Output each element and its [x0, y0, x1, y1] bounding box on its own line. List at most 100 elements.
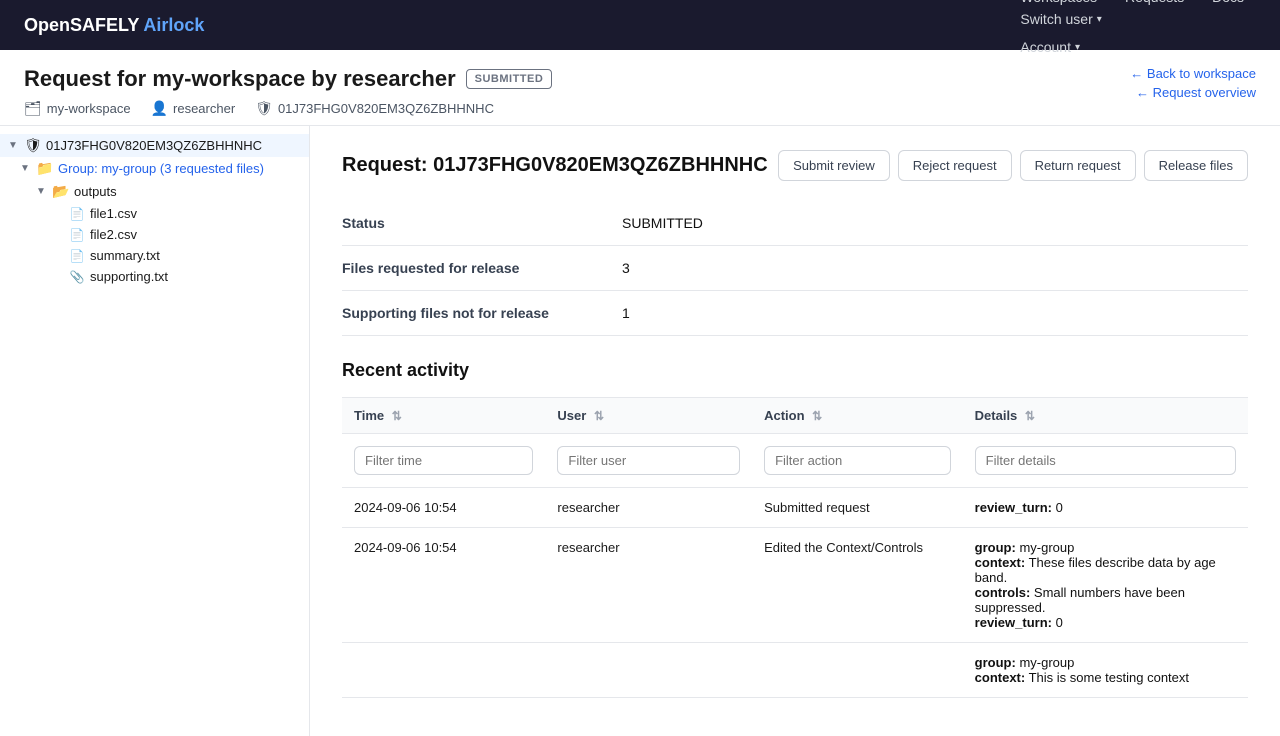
meta-row: 🗂 my-workspace 👤 researcher 🛡 01J73FHG0V…	[24, 100, 552, 117]
tree-item-group[interactable]: ▼ 📁 Group: my-group (3 requested files)	[0, 157, 309, 180]
row0-details: review_turn: 0	[963, 488, 1248, 528]
activity-row-2: group: my-group context: This is some te…	[342, 643, 1248, 698]
outputs-label: outputs	[74, 184, 301, 199]
back-to-workspace-link[interactable]: ← Back to workspace	[1130, 66, 1256, 81]
activity-table: Time ⇅ User ⇅ Action ⇅ Details ⇅	[342, 397, 1248, 698]
group-folder-icon: 📁	[36, 160, 54, 177]
status-badge: SUBMITTED	[466, 69, 553, 89]
row1-detail-1: context: These files describe data by ag…	[975, 555, 1236, 585]
shield-icon: 🛡	[255, 100, 273, 117]
user-icon: 👤	[151, 100, 168, 117]
files-requested-label: Files requested for release	[342, 246, 622, 291]
nav-workspaces[interactable]: Workspaces	[1008, 0, 1109, 11]
row2-time	[342, 643, 545, 698]
nav-requests[interactable]: Requests	[1113, 0, 1196, 11]
switch-user-chevron-icon: ▾	[1097, 14, 1102, 25]
activity-filter-row	[342, 434, 1248, 488]
row2-details: group: my-group context: This is some te…	[963, 643, 1248, 698]
col-user: User ⇅	[545, 398, 752, 434]
group-chevron-icon: ▼	[20, 163, 32, 174]
details-sort-icon[interactable]: ⇅	[1025, 409, 1035, 423]
filter-action-cell	[752, 434, 963, 488]
request-overview-link[interactable]: ← Request overview	[1136, 85, 1256, 100]
action-buttons: Submit review Reject request Return requ…	[778, 150, 1248, 181]
root-label: 01J73FHG0V820EM3QZ6ZBHHNHC	[46, 138, 301, 153]
main-layout: ▼ 🛡 01J73FHG0V820EM3QZ6ZBHHNHC ▼ 📁 Group…	[0, 126, 1280, 736]
outputs-chevron-icon: ▼	[36, 186, 48, 197]
row1-detail-2: controls: Small numbers have been suppre…	[975, 585, 1236, 615]
file2-label: file2.csv	[90, 227, 301, 242]
row1-user: researcher	[545, 528, 752, 643]
tree-item-summary[interactable]: 📄 summary.txt	[0, 245, 309, 266]
tree-item-root[interactable]: ▼ 🛡 01J73FHG0V820EM3QZ6ZBHHNHC	[0, 134, 309, 157]
activity-header-row: Time ⇅ User ⇅ Action ⇅ Details ⇅	[342, 398, 1248, 434]
filter-user-cell	[545, 434, 752, 488]
meta-workspace: 🗂 my-workspace	[24, 100, 131, 117]
row1-action: Edited the Context/Controls	[752, 528, 963, 643]
file1-label: file1.csv	[90, 206, 301, 221]
submit-review-button[interactable]: Submit review	[778, 150, 890, 181]
sub-header: Request for my-workspace by researcher S…	[0, 50, 1280, 126]
root-chevron-icon: ▼	[8, 140, 20, 151]
time-sort-icon[interactable]: ⇅	[392, 409, 402, 423]
user-sort-icon[interactable]: ⇅	[594, 409, 604, 423]
nav-docs[interactable]: Docs	[1200, 0, 1256, 11]
account-chevron-icon: ▾	[1075, 42, 1080, 53]
tree-item-file2[interactable]: 📄 file2.csv	[0, 224, 309, 245]
filter-time-cell	[342, 434, 545, 488]
row1-detail-3: review_turn: 0	[975, 615, 1236, 630]
release-files-button[interactable]: Release files	[1144, 150, 1248, 181]
main-content: Request: 01J73FHG0V820EM3QZ6ZBHHNHC Subm…	[310, 126, 1280, 736]
info-row-files-requested: Files requested for release 3	[342, 246, 1248, 291]
filter-details-input[interactable]	[975, 446, 1236, 475]
page-title: Request for my-workspace by researcher S…	[24, 66, 552, 92]
meta-user: 👤 researcher	[151, 100, 236, 117]
logo-main: OpenSAFELY	[24, 15, 139, 35]
filter-action-input[interactable]	[764, 446, 951, 475]
tree-item-file1[interactable]: 📄 file1.csv	[0, 203, 309, 224]
summary-icon: 📄	[68, 249, 86, 263]
files-requested-value: 3	[622, 246, 1248, 291]
action-sort-icon[interactable]: ⇅	[812, 409, 822, 423]
return-request-button[interactable]: Return request	[1020, 150, 1136, 181]
row1-detail-0: group: my-group	[975, 540, 1236, 555]
root-shield-icon: 🛡	[24, 137, 42, 154]
meta-request-id: 🛡 01J73FHG0V820EM3QZ6ZBHHNHC	[255, 100, 494, 117]
outputs-folder-icon: 📂	[52, 183, 70, 200]
activity-row-1: 2024-09-06 10:54 researcher Edited the C…	[342, 528, 1248, 643]
sub-header-left: Request for my-workspace by researcher S…	[24, 66, 552, 117]
info-row-supporting: Supporting files not for release 1	[342, 291, 1248, 336]
logo-accent: Airlock	[143, 15, 204, 35]
group-label: Group: my-group (3 requested files)	[58, 161, 301, 176]
recent-activity-title: Recent activity	[342, 360, 1248, 381]
filter-user-input[interactable]	[557, 446, 740, 475]
summary-label: summary.txt	[90, 248, 301, 263]
app-header: OpenSAFELY Airlock Workspaces Requests D…	[0, 0, 1280, 50]
tree-item-supporting[interactable]: 📎 supporting.txt	[0, 266, 309, 287]
tree-item-outputs[interactable]: ▼ 📂 outputs	[0, 180, 309, 203]
file2-icon: 📄	[68, 228, 86, 242]
reject-request-button[interactable]: Reject request	[898, 150, 1012, 181]
col-details: Details ⇅	[963, 398, 1248, 434]
file-tree-sidebar: ▼ 🛡 01J73FHG0V820EM3QZ6ZBHHNHC ▼ 📁 Group…	[0, 126, 310, 736]
row0-action: Submitted request	[752, 488, 963, 528]
main-nav: Workspaces Requests Docs Switch user ▾ A…	[1008, 0, 1256, 61]
supporting-label: Supporting files not for release	[342, 291, 622, 336]
status-value: SUBMITTED	[622, 201, 1248, 246]
sub-header-right: ← Back to workspace ← Request overview	[1130, 66, 1256, 100]
row2-action	[752, 643, 963, 698]
info-table: Status SUBMITTED Files requested for rel…	[342, 201, 1248, 336]
supporting-icon: 📎	[68, 270, 86, 284]
row2-user	[545, 643, 752, 698]
info-row-status: Status SUBMITTED	[342, 201, 1248, 246]
filter-time-input[interactable]	[354, 446, 533, 475]
request-title: Request: 01J73FHG0V820EM3QZ6ZBHHNHC	[342, 154, 768, 177]
row1-time: 2024-09-06 10:54	[342, 528, 545, 643]
nav-account[interactable]: Account ▾	[1008, 33, 1256, 61]
col-time: Time ⇅	[342, 398, 545, 434]
status-label: Status	[342, 201, 622, 246]
col-action: Action ⇅	[752, 398, 963, 434]
row0-detail-0: review_turn: 0	[975, 500, 1236, 515]
row0-time: 2024-09-06 10:54	[342, 488, 545, 528]
workspace-icon: 🗂	[24, 100, 42, 117]
